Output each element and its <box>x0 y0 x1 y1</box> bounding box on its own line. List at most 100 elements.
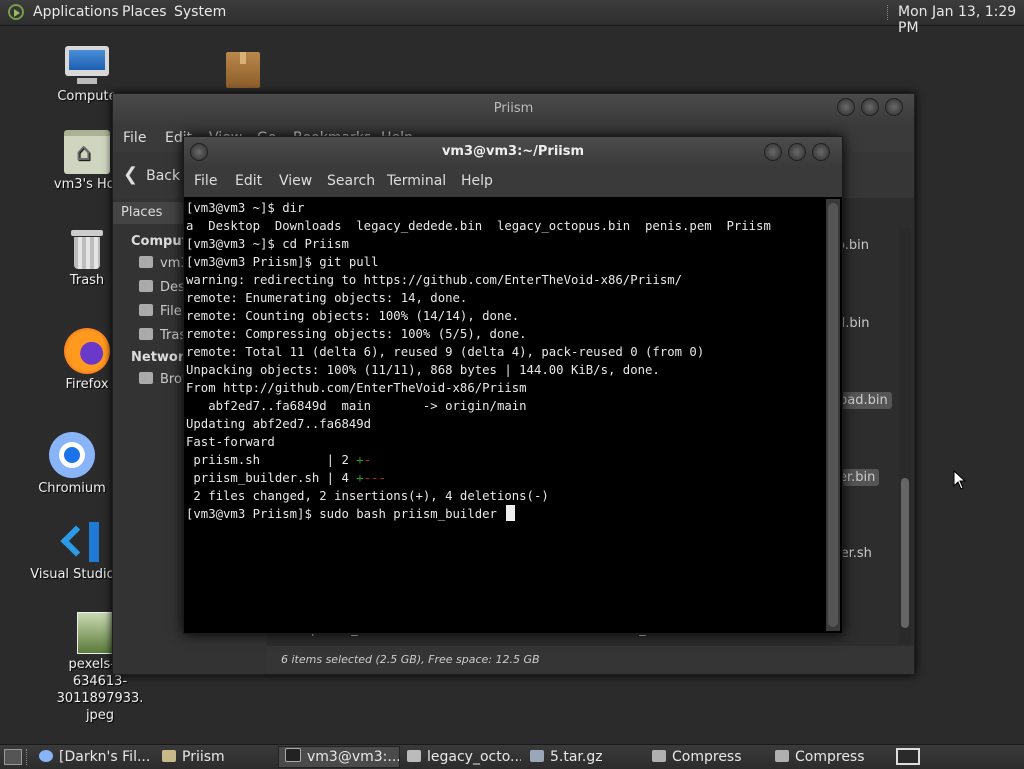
close-button[interactable] <box>812 143 830 161</box>
terminal-line: Fast-forward <box>186 435 275 449</box>
close-button[interactable] <box>885 98 903 116</box>
terminal-icon <box>285 748 301 762</box>
task-button-file-manager[interactable]: Priism <box>156 747 274 767</box>
terminal-line: [vm3@vm3 Priism]$ git pull <box>186 255 379 269</box>
diffstat-deletions: --- <box>363 471 386 485</box>
diffstat-file: priism_builder.sh | 4 <box>186 471 357 485</box>
terminal-line: 2 files changed, 2 insertions(+), 4 dele… <box>186 489 549 503</box>
top-panel: Applications Places System Mon Jan 13, 1… <box>0 0 1024 36</box>
terminal-line: remote: Total 11 (delta 6), reused 9 (de… <box>186 345 705 359</box>
terminal-line: remote: Counting objects: 100% (14/14), … <box>186 309 520 323</box>
terminal-line: [vm3@vm3 ~]$ dir <box>186 201 305 215</box>
window-title-text: vm3@vm3:~/Priism <box>441 144 585 159</box>
diffstat-insertions: + <box>356 471 364 485</box>
clock[interactable]: Mon Jan 13, 1:29 PM <box>898 4 1024 36</box>
computer-icon <box>63 46 111 86</box>
bottom-taskbar: [Darkn's Fil... Priism vm3@vm3:... legac… <box>0 744 1024 769</box>
back-arrow-icon: ❮ <box>123 164 139 185</box>
window-controls <box>764 143 830 161</box>
maximize-button[interactable] <box>788 143 806 161</box>
taskbar-separator <box>26 749 27 765</box>
places-menu[interactable]: Places <box>122 4 167 20</box>
folder-icon <box>162 750 176 762</box>
window-title[interactable]: vm3@vm3:~/Priism <box>184 137 842 167</box>
trash-icon <box>71 230 103 270</box>
back-button[interactable]: ❮ Back <box>123 164 180 185</box>
compress-icon <box>775 750 789 762</box>
package-icon[interactable] <box>226 52 260 88</box>
menu-edit[interactable]: Edit <box>235 173 262 189</box>
terminal-line: remote: Compressing objects: 100% (5/5),… <box>186 327 527 341</box>
terminal-line: abf2ed7..fa6849d main -> origin/main <box>186 399 527 413</box>
workspace-switcher[interactable] <box>896 748 920 765</box>
task-label: Compress <box>795 749 865 765</box>
scrollbar-thumb[interactable] <box>828 203 838 627</box>
terminal-output[interactable]: [vm3@vm3 ~]$ dir a Desktop Downloads lega… <box>185 199 825 631</box>
terminal-scrollbar[interactable] <box>826 199 840 631</box>
terminal-line: priism_builder.sh | 4 +--- <box>186 469 825 487</box>
terminal-line: warning: redirecting to https://github.c… <box>186 273 683 287</box>
browser-icon <box>39 750 53 762</box>
status-bar: 6 items selected (2.5 GB), Free space: 1… <box>267 646 914 674</box>
chromium-icon <box>49 432 95 478</box>
terminal-text: [vm3@vm3 ~]$ dir a Desktop Downloads lega… <box>185 199 825 523</box>
task-button-archive[interactable]: 5.tar.gz <box>524 747 642 767</box>
network-icon <box>139 372 153 384</box>
terminal-line: From http://github.com/EnterTheVoid-x86/… <box>186 381 527 395</box>
task-label: legacy_octo... <box>427 749 521 765</box>
task-button-compress[interactable]: Compress <box>769 747 887 767</box>
desktop-icon <box>139 280 153 292</box>
file-item[interactable]: bad.bin <box>835 392 892 409</box>
minimize-button[interactable] <box>764 143 782 161</box>
menu-search[interactable]: Search <box>327 173 375 189</box>
trash-icon <box>139 328 153 340</box>
task-label: [Darkn's Fil... <box>59 749 151 765</box>
task-button-file[interactable]: legacy_octo... <box>401 747 521 767</box>
task-label: Priism <box>182 749 225 765</box>
system-menu[interactable]: System <box>174 4 226 20</box>
task-button-browser[interactable]: [Darkn's Fil... <box>33 747 153 767</box>
menu-terminal[interactable]: Terminal <box>387 173 446 189</box>
applications-menu[interactable]: Applications <box>33 4 119 20</box>
diffstat-deletions: - <box>363 453 372 467</box>
task-label: 5.tar.gz <box>550 749 603 765</box>
diffstat-insertions: + <box>356 453 364 467</box>
terminal-line: Updating abf2ed7..fa6849d <box>186 417 372 431</box>
menu-view[interactable]: View <box>279 173 312 189</box>
menu-help[interactable]: Help <box>461 173 493 189</box>
terminal-line: a Desktop Downloads legacy_dedede.bin le… <box>186 219 771 233</box>
text-cursor <box>506 505 516 521</box>
home-folder-icon <box>64 130 110 174</box>
window-title[interactable]: Priism <box>113 94 914 124</box>
task-label: Compress <box>672 749 742 765</box>
desktop-icon-chromium[interactable]: Chromium <box>17 432 127 497</box>
terminal-line: priism.sh | 2 +- <box>186 451 825 469</box>
sidebar-item-home[interactable]: vm3 <box>139 256 189 271</box>
maximize-button[interactable] <box>861 98 879 116</box>
diffstat-file: priism.sh | 2 <box>186 453 357 467</box>
terminal-window: vm3@vm3:~/Priism File Edit View Search T… <box>183 136 843 634</box>
terminal-line: remote: Enumerating objects: 14, done. <box>186 291 468 305</box>
task-button-compress[interactable]: Compress <box>646 747 764 767</box>
menu-file[interactable]: File <box>123 130 146 146</box>
menu-file[interactable]: File <box>194 173 217 189</box>
task-button-terminal[interactable]: vm3@vm3:... <box>278 746 400 768</box>
panel-separator <box>887 5 890 20</box>
scrollbar-thumb[interactable] <box>901 478 909 628</box>
terminal-line: [vm3@vm3 ~]$ cd Priism <box>186 237 349 251</box>
archive-icon <box>530 750 544 762</box>
compress-icon <box>652 750 666 762</box>
menubar: File Edit View Search Terminal Help <box>184 167 842 197</box>
window-menu <box>190 143 208 161</box>
file-view-scrollbar[interactable] <box>899 228 911 644</box>
drive-icon <box>139 304 153 316</box>
vscode-icon <box>60 520 105 564</box>
window-menu-button[interactable] <box>190 143 208 161</box>
terminal-prompt: [vm3@vm3 Priism]$ sudo bash priism_build… <box>186 505 825 523</box>
distro-logo-icon[interactable] <box>8 4 24 20</box>
back-label: Back <box>146 168 181 184</box>
task-label: vm3@vm3:... <box>307 749 400 765</box>
minimize-button[interactable] <box>837 98 855 116</box>
show-desktop-button[interactable] <box>4 749 22 765</box>
firefox-icon <box>64 328 110 374</box>
